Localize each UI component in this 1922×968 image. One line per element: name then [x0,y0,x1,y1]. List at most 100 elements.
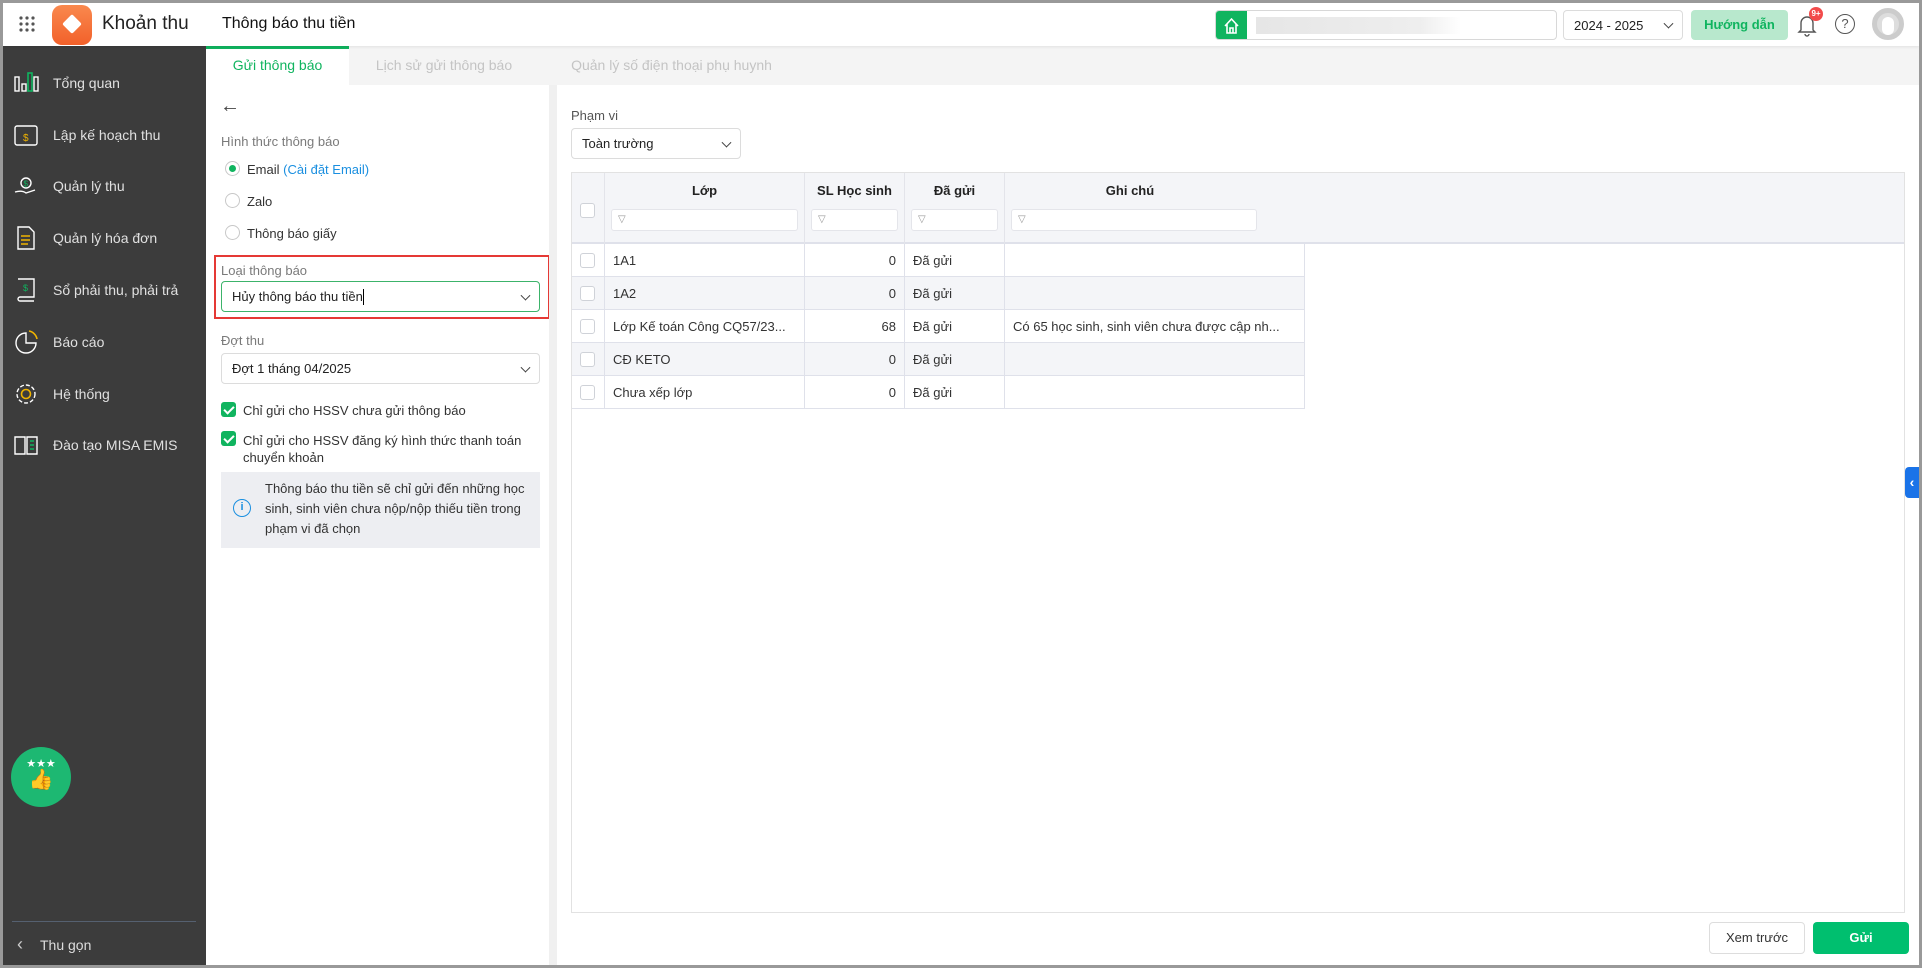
tab-lich-su-gui[interactable]: Lịch sử gửi thông báo [349,46,539,85]
checkbox-unsent-only-label: Chỉ gửi cho HSSV chưa gửi thông báo [243,403,466,418]
filter-input-da-gui[interactable]: ▽ [911,209,998,231]
sidebar-item-so-phai-thu[interactable]: $ Sổ phải thu, phải trả [3,268,206,312]
sidebar-item-quan-ly-thu[interactable]: $ Quản lý thu [3,164,206,208]
radio-paper[interactable] [225,225,240,240]
period-select[interactable]: Đợt 1 tháng 04/2025 [221,353,540,384]
sidebar-item-tong-quan[interactable]: Tổng quan [3,61,206,105]
hand-coin-icon: $ [14,177,36,194]
class-table: Lớp ▽ SL Học sinh ▽ Đã gửi ▽ Ghi chú ▽ 1A1 0 Đ… [571,172,1905,913]
top-header: Khoản thu Thông báo thu tiền 2024 - 2025… [3,3,1919,46]
help-icon[interactable]: ? [1835,14,1855,34]
radio-email[interactable] [225,161,240,176]
app-logo [52,5,92,45]
user-avatar[interactable] [1872,8,1904,40]
apps-grid-icon[interactable] [19,16,35,32]
send-button[interactable]: Gửi [1813,922,1909,954]
col-header-ghi-chu: Ghi chú ▽ [1005,173,1257,244]
svg-text:$: $ [24,180,29,189]
book-icon [14,436,38,455]
sidebar-item-he-thong[interactable]: Hệ thống [3,372,206,416]
row-select-cell [572,277,605,310]
cell-note: Có 65 học sinh, sinh viên chưa được cập … [1005,310,1305,343]
cell-class: Chưa xếp lớp [605,376,805,409]
row-checkbox[interactable] [580,253,595,268]
sidebar-item-label: Lập kế hoạch thu [53,127,161,143]
cell-class: Lớp Kế toán Công CQ57/23... [605,310,805,343]
cell-note [1005,277,1305,310]
gear-icon [16,384,36,404]
collapse-label: Thu gọn [40,936,92,953]
panel-divider[interactable] [549,85,557,965]
app-window: Khoản thu Thông báo thu tiền 2024 - 2025… [3,3,1919,965]
cell-sent-status: Đã gửi [905,244,1005,277]
home-icon [1216,11,1247,39]
tab-bar: Gửi thông báo Lịch sử gửi thông báo Quản… [206,46,1919,85]
table-row[interactable]: CĐ KETO 0 Đã gửi [572,343,1305,376]
expand-panel-handle[interactable]: ‹ [1905,467,1919,498]
filter-input-sl[interactable]: ▽ [811,209,898,231]
email-settings-link[interactable]: (Cài đặt Email) [283,162,369,177]
filter-input-ghi-chu[interactable]: ▽ [1011,209,1257,231]
table-row[interactable]: 1A2 0 Đã gửi [572,277,1305,310]
col-header-lop: Lớp ▽ [605,173,805,244]
sidebar-item-dao-tao[interactable]: Đào tạo MISA EMIS [3,423,206,467]
row-checkbox[interactable] [580,319,595,334]
school-year-select[interactable]: 2024 - 2025 [1563,10,1683,40]
period-value: Đợt 1 tháng 04/2025 [232,361,352,376]
info-box: i Thông báo thu tiền sẽ chỉ gửi đến nhữn… [221,472,540,548]
sidebar-item-label: Báo cáo [53,334,105,350]
cell-student-count: 68 [805,310,905,343]
checkbox-transfer-only[interactable] [221,431,236,446]
chevron-down-icon [1663,18,1674,29]
row-checkbox[interactable] [580,385,595,400]
sidebar-item-lap-ke-hoach-thu[interactable]: $ Lập kế hoạch thu [3,113,206,157]
preview-button[interactable]: Xem trước [1709,922,1805,954]
info-icon: i [233,499,251,517]
thumbs-up-icon: 👍 [28,769,54,791]
table-row[interactable]: Lớp Kế toán Công CQ57/23... 68 Đã gửi Có 65… [572,310,1305,343]
app-name: Khoản thu [102,13,189,34]
filter-input-lop[interactable]: ▽ [611,209,798,231]
select-all-checkbox[interactable] [580,203,595,218]
chevron-left-icon: ‹ [17,934,23,954]
sidebar-item-quan-ly-hoa-don[interactable]: Quản lý hóa đơn [3,216,206,260]
row-select-cell [572,376,605,409]
sidebar-item-label: Đào tạo MISA EMIS [53,437,178,453]
filter-icon: ▽ [918,214,926,225]
notification-form-panel: ← Hình thức thông báo Email (Cài đặt Ema… [206,85,550,965]
ledger-icon: $ [17,278,35,302]
scope-select[interactable]: Toàn trường [571,128,741,159]
table-row[interactable]: 1A1 0 Đã gửi [572,244,1305,277]
method-label: Hình thức thông báo [221,134,340,149]
col-label: SL Học sinh [817,183,892,198]
notification-type-value: Hủy thông báo thu tiền [232,289,363,304]
row-checkbox[interactable] [580,286,595,301]
col-label: Lớp [691,183,718,198]
scope-value: Toàn trường [582,136,654,151]
school-selector[interactable] [1215,10,1557,40]
feedback-button[interactable]: ★★★ 👍 [11,747,71,807]
page-title: Thông báo thu tiền [222,15,356,32]
school-year-value: 2024 - 2025 [1574,17,1644,33]
guide-button[interactable]: Hướng dẫn [1691,10,1788,40]
period-label: Đợt thu [221,333,265,348]
tab-gui-thong-bao[interactable]: Gửi thông báo [206,46,349,85]
sidebar: Tổng quan $ Lập kế hoạch thu $ Quản lý thu… [3,46,206,965]
chevron-left-icon: ‹ [1909,474,1915,490]
sidebar-item-bao-cao[interactable]: Báo cáo [3,320,206,364]
text-cursor [362,288,364,305]
checkbox-unsent-only[interactable] [221,402,236,417]
invoice-icon [17,226,35,250]
svg-text:$: $ [23,133,29,144]
radio-zalo[interactable] [225,193,240,208]
tab-quan-ly-sdt[interactable]: Quản lý số điện thoại phụ huynh [539,46,804,85]
notification-type-select[interactable]: Hủy thông báo thu tiền [221,281,540,312]
sidebar-item-label: Quản lý thu [53,178,125,194]
row-checkbox[interactable] [580,352,595,367]
row-select-cell [572,244,605,277]
type-label: Loại thông báo [221,263,308,278]
back-arrow-icon[interactable]: ← [220,95,240,118]
sidebar-item-label: Hệ thống [53,386,110,402]
table-row[interactable]: Chưa xếp lớp 0 Đã gửi [572,376,1305,409]
collapse-sidebar-button[interactable]: ‹ Thu gọn [17,934,91,955]
